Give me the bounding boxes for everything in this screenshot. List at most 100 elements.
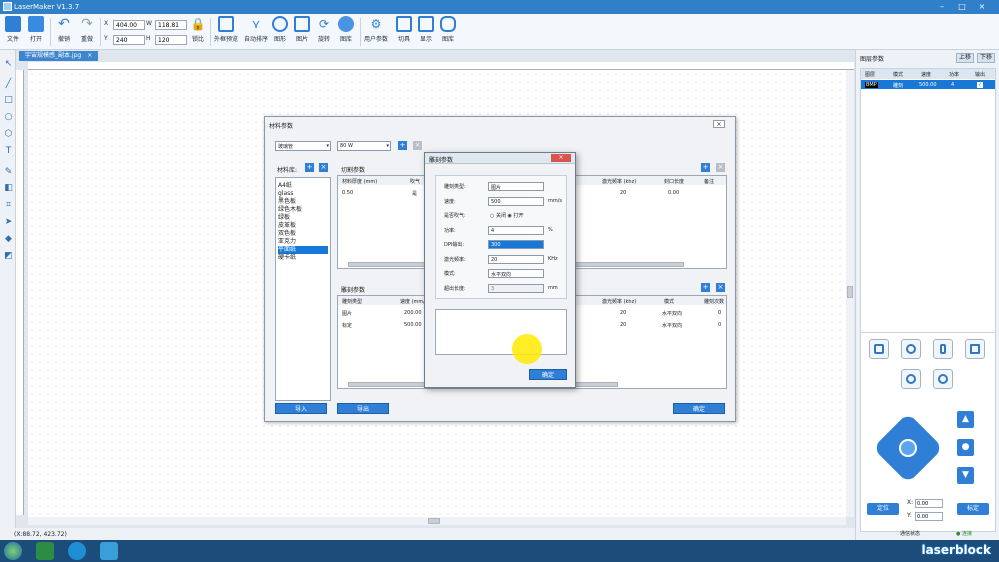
layer-row[interactable]: BMP 雕刻 500.00 4 ✓ (861, 80, 995, 89)
chart-tool-icon[interactable]: ⌗ (4, 201, 13, 210)
polygon-tool-icon[interactable]: ⬡ (4, 130, 13, 139)
engrave-ok-button[interactable]: 确定 (529, 369, 567, 380)
y-field[interactable] (113, 35, 145, 45)
engrave-close-icon[interactable]: × (551, 154, 571, 162)
move-down-button[interactable]: 下移 (977, 53, 995, 63)
x-position-field[interactable] (915, 499, 943, 508)
export-button[interactable]: 导出 (337, 403, 389, 414)
maximize-icon[interactable]: □ (955, 2, 969, 12)
confirm-button[interactable]: 确定 (673, 403, 725, 414)
direction-pad[interactable] (872, 412, 944, 484)
material-list-item[interactable]: A4纸 (278, 182, 328, 190)
horizontal-ruler (28, 62, 854, 70)
text-tool-icon[interactable]: T (4, 147, 13, 156)
z-down-icon[interactable]: ▼ (957, 467, 974, 484)
x-field[interactable] (113, 20, 145, 30)
laser-type-select[interactable]: 玻璃管 ▾ (275, 141, 331, 151)
home-icon[interactable] (899, 439, 917, 457)
move-up-button[interactable]: 上移 (956, 53, 974, 63)
folder-icon (5, 16, 21, 32)
material-list-item[interactable]: 黑色板 (278, 198, 328, 206)
rectangle-tool-icon[interactable]: □ (4, 96, 13, 105)
timer-icon[interactable] (901, 339, 921, 359)
close-icon[interactable]: × (975, 2, 989, 12)
material-list-item[interactable]: 双色板 (278, 230, 328, 238)
remove-material-icon[interactable]: × (319, 163, 328, 172)
material-list-item[interactable]: glass (278, 190, 328, 198)
sort-icon: ⋎ (251, 17, 261, 31)
select-tool-icon[interactable]: ↖ (4, 60, 13, 69)
pen-tool-icon[interactable]: ✎ (4, 168, 13, 177)
material-list-item[interactable]: 平面纸 (278, 246, 328, 254)
stop-icon[interactable] (933, 369, 953, 389)
add-cut-icon[interactable]: + (701, 163, 710, 172)
z-center-icon[interactable]: ● (957, 439, 974, 456)
crop-tool-icon[interactable]: ◩ (4, 252, 13, 261)
engrave-field-input[interactable]: 20 (488, 254, 544, 264)
app-taskbar-icon[interactable] (36, 542, 54, 560)
delete-icon[interactable]: × (413, 141, 422, 150)
engrave-field-input[interactable]: 3 (488, 283, 544, 293)
usb-icon[interactable] (933, 339, 953, 359)
material-list-item[interactable]: 皮革板 (278, 222, 328, 230)
notes-area[interactable] (435, 309, 567, 355)
material-list-item[interactable]: 亚克力 (278, 238, 328, 246)
tab-close-icon[interactable]: × (87, 52, 92, 59)
gallery-button[interactable]: 图库 (440, 16, 456, 43)
folder-open-icon[interactable] (965, 339, 985, 359)
power-select[interactable]: 80 W ▾ (337, 141, 391, 151)
height-field[interactable] (155, 35, 187, 45)
user-params-button[interactable]: ⚙ 用户参数 (364, 16, 388, 43)
lasermaker-taskbar-icon[interactable] (100, 542, 118, 560)
frame-icon[interactable] (869, 339, 889, 359)
material-list-item[interactable]: 硬卡纸 (278, 254, 328, 262)
redo-button[interactable]: ↷ 重做 (79, 16, 95, 43)
add-engrave-icon[interactable]: + (701, 283, 710, 292)
eraser-tool-icon[interactable]: ◧ (4, 184, 13, 193)
material-list-item[interactable]: 绿板 (278, 214, 328, 222)
fill-tool-icon[interactable]: ◆ (4, 235, 13, 244)
document-tab[interactable]: 宇宙规模感_副本.jpg × (19, 51, 99, 61)
open-button[interactable]: 打开 (28, 16, 44, 43)
align-button[interactable]: 切具 (396, 16, 412, 43)
calibrate-button[interactable]: 标定 (957, 503, 989, 515)
library-button[interactable]: 图库 (338, 16, 354, 43)
y-position-field[interactable] (915, 512, 943, 521)
engrave-field-input[interactable]: 水平双向 (488, 269, 544, 278)
engrave-field-input[interactable]: 300 (488, 240, 544, 249)
engrave-field-input[interactable]: ○ 关闭 ◉ 打开 (488, 211, 544, 220)
engrave-field-input[interactable]: 图片 (488, 182, 544, 191)
engrave-field-input[interactable]: 500 (488, 196, 544, 206)
shapes-icon (272, 16, 288, 32)
frame-preview-button[interactable]: 外框预览 (214, 16, 238, 43)
browser-taskbar-icon[interactable] (68, 542, 86, 560)
auto-sort-button[interactable]: ⋎ 自动排序 (244, 16, 268, 43)
import-button[interactable]: 导入 (275, 403, 327, 414)
line-tool-icon[interactable]: ╱ (4, 80, 13, 89)
dialog-close-icon[interactable]: × (713, 120, 725, 128)
add-material-icon[interactable]: + (305, 163, 314, 172)
shape-button[interactable]: 图形 (272, 16, 288, 43)
ellipse-tool-icon[interactable]: ○ (4, 113, 13, 122)
undo-button[interactable]: ↶ 撤销 (56, 16, 72, 43)
start-icon[interactable] (901, 369, 921, 389)
material-list-item[interactable]: 绿色木板 (278, 206, 328, 214)
image-button[interactable]: 图片 (294, 16, 310, 43)
minimize-icon[interactable]: – (935, 2, 949, 12)
remove-cut-icon[interactable]: × (716, 163, 725, 172)
arrow-tool-icon[interactable]: ➤ (4, 218, 13, 227)
output-checkbox[interactable]: ✓ (977, 82, 984, 88)
horizontal-scrollbar[interactable] (28, 517, 846, 525)
start-menu-icon[interactable] (4, 542, 22, 560)
engrave-field-input[interactable]: 4 (488, 225, 544, 235)
locate-button[interactable]: 定位 (867, 503, 899, 515)
add-icon[interactable]: + (398, 141, 407, 150)
z-up-icon[interactable]: ▲ (957, 411, 974, 428)
rotate-button[interactable]: ⟳ 旋转 (316, 16, 332, 43)
file-button[interactable]: 文件 (5, 16, 21, 43)
preview-button[interactable]: 显示 (418, 16, 434, 43)
width-field[interactable] (155, 20, 187, 30)
lock-ratio-button[interactable]: 🔒 锁比 (190, 16, 206, 43)
vertical-scrollbar[interactable] (846, 70, 854, 517)
remove-engrave-icon[interactable]: × (716, 283, 725, 292)
